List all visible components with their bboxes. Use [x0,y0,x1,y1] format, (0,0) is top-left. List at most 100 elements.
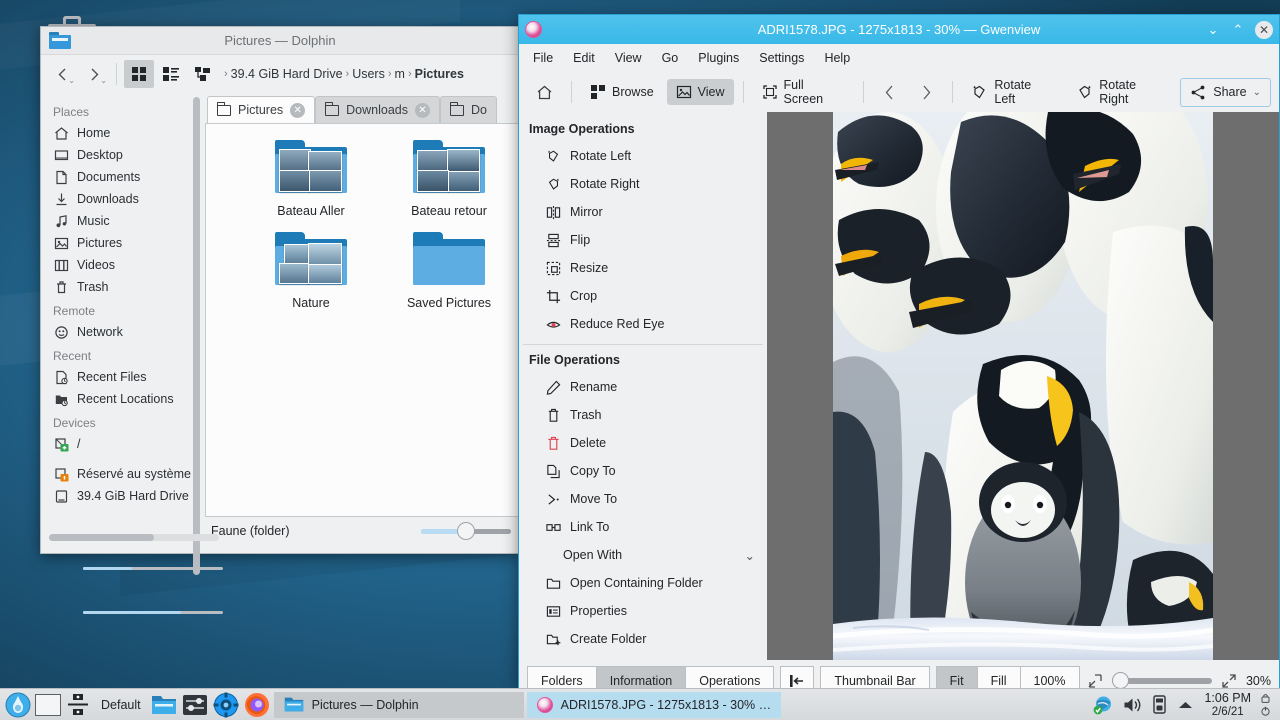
menu-plugins[interactable]: Plugins [688,48,749,68]
op-open-with[interactable]: Open With ⌄ [519,541,767,569]
dolphin-toolbar[interactable]: ⌄ ⌄ ›39.4 GiB Hard Dr [41,55,519,93]
device-icon[interactable] [1152,695,1167,714]
forward-icon[interactable]: ⌄ [79,60,109,88]
sidebar-item-music[interactable]: Music [41,210,203,232]
menu-help[interactable]: Help [814,48,860,68]
maximize-button[interactable]: ⌃ [1230,22,1246,38]
close-button[interactable]: ✕ [1255,21,1273,39]
gwenview-toolbar[interactable]: Browse View Full Screen [519,72,1279,112]
rotate-right-button[interactable]: Rotate Right [1067,73,1176,111]
op-rename[interactable]: Rename [519,373,767,401]
lock-icon[interactable] [1261,693,1270,703]
dolphin-titlebar[interactable]: Pictures — Dolphin [41,27,519,55]
sidebar-item-desktop[interactable]: Desktop [41,144,203,166]
op-move-to[interactable]: Move To [519,485,767,513]
sidebar-item-home[interactable]: Home [41,122,203,144]
volume-icon[interactable] [1123,696,1142,714]
breadcrumb-item[interactable]: 39.4 GiB Hard Drive [231,67,343,81]
application-launcher-icon[interactable] [4,691,32,719]
places-scrollbar[interactable] [193,97,200,575]
tray-extra-icons[interactable] [1261,693,1270,716]
icon-zoom-slider[interactable] [421,529,511,534]
view-compact-icon[interactable] [156,60,186,88]
tab-pictures[interactable]: Pictures ✕ [207,96,315,123]
list-item[interactable]: Bateau Aller [242,140,380,218]
breadcrumb[interactable]: ›39.4 GiB Hard Drive ›Users ›m ›Pictures [224,67,464,81]
activities-icon[interactable] [64,691,92,719]
fullscreen-button[interactable]: Full Screen [753,73,855,111]
gwenview-menubar[interactable]: File Edit View Go Plugins Settings Help [519,44,1279,72]
op-resize[interactable]: Resize [519,254,767,282]
op-flip[interactable]: Flip [519,226,767,254]
sidebar-item-recent-locations[interactable]: Recent Locations [41,388,203,410]
op-rotate-left[interactable]: Rotate Left [519,142,767,170]
power-icon[interactable] [1261,706,1270,716]
sidebar-item-reserved[interactable]: Réservé au système [41,463,203,485]
op-copy-to[interactable]: Copy To [519,457,767,485]
system-settings-icon[interactable] [212,691,240,719]
sidebar-item-documents[interactable]: Documents [41,166,203,188]
zoom-slider[interactable] [1112,678,1212,684]
gwenview-titlebar[interactable]: ADRI1578.JPG - 1275x1813 - 30% — Gwenvie… [519,15,1279,44]
dolphin-window[interactable]: Pictures — Dolphin ⌄ ⌄ [40,26,520,554]
op-reduce-red-eye[interactable]: Reduce Red Eye [519,310,767,338]
zoom-out-icon[interactable] [1087,673,1103,689]
sidebar-item-downloads[interactable]: Downloads [41,188,203,210]
next-button[interactable] [910,79,943,106]
menu-settings[interactable]: Settings [749,48,814,68]
browse-button[interactable]: Browse [581,79,663,105]
back-icon[interactable]: ⌄ [47,60,77,88]
view-button[interactable]: View [667,79,734,105]
file-pane[interactable]: Bateau Aller Bateau retour [205,123,519,517]
breadcrumb-item-current[interactable]: Pictures [415,67,464,81]
places-horizontal-scrollbar[interactable] [49,534,219,541]
menu-go[interactable]: Go [652,48,689,68]
op-crop[interactable]: Crop [519,282,767,310]
list-item[interactable]: Bateau retour [380,140,518,218]
share-button[interactable]: Share ⌄ [1180,78,1271,107]
taskbar-window-dolphin[interactable]: Pictures — Dolphin [274,692,524,718]
sidebar-item-hard-drive[interactable]: 39.4 GiB Hard Drive [41,485,203,507]
menu-file[interactable]: File [523,48,563,68]
op-mirror[interactable]: Mirror [519,198,767,226]
firefox-icon[interactable] [243,691,271,719]
op-link-to[interactable]: Link To [519,513,767,541]
image-viewport[interactable] [767,112,1279,660]
op-properties[interactable]: Properties [519,597,767,625]
sidebar-item-pictures[interactable]: Pictures [41,232,203,254]
op-trash[interactable]: Trash [519,401,767,429]
op-delete[interactable]: Delete [519,429,767,457]
view-details-icon[interactable] [188,60,218,88]
home-button[interactable] [527,79,562,106]
system-tray[interactable]: 1:06 PM 2/6/21 [1093,691,1276,719]
gwenview-window[interactable]: ADRI1578.JPG - 1275x1813 - 30% — Gwenvie… [518,14,1280,688]
show-hidden-icon[interactable] [1177,699,1194,711]
menu-edit[interactable]: Edit [563,48,605,68]
breadcrumb-item[interactable]: Users [352,67,385,81]
menu-view[interactable]: View [605,48,652,68]
network-icon[interactable] [1093,695,1113,715]
close-icon[interactable]: ✕ [290,103,305,118]
rotate-left-button[interactable]: Rotate Left [962,73,1063,111]
close-icon[interactable]: ✕ [415,103,430,118]
zoom-in-icon[interactable] [1221,673,1237,689]
sidebar-item-videos[interactable]: Videos [41,254,203,276]
tab-documents[interactable]: Do [440,96,497,123]
taskbar[interactable]: Default [0,688,1280,720]
clock[interactable]: 1:06 PM 2/6/21 [1204,691,1251,719]
operations-sidebar[interactable]: Image Operations Rotate Left Rotate Righ… [519,112,767,660]
image-preview[interactable] [833,112,1213,660]
folder-icon[interactable] [150,691,178,719]
sidebar-item-root[interactable]: / [41,433,203,455]
op-create-folder[interactable]: Create Folder [519,625,767,653]
places-panel[interactable]: Places Home Desktop Documents [41,93,203,545]
taskbar-window-gwenview[interactable]: ADRI1578.JPG - 1275x1813 - 30% … [527,692,782,718]
list-item[interactable]: Nature [242,232,380,310]
settings-sliders-icon[interactable] [181,691,209,719]
tab-bar[interactable]: Pictures ✕ Downloads ✕ Do [203,93,519,123]
previous-button[interactable] [873,79,906,106]
view-icons-icon[interactable] [124,60,154,88]
op-rotate-right[interactable]: Rotate Right [519,170,767,198]
tab-downloads[interactable]: Downloads ✕ [315,96,440,123]
pager-icon[interactable] [35,694,61,716]
